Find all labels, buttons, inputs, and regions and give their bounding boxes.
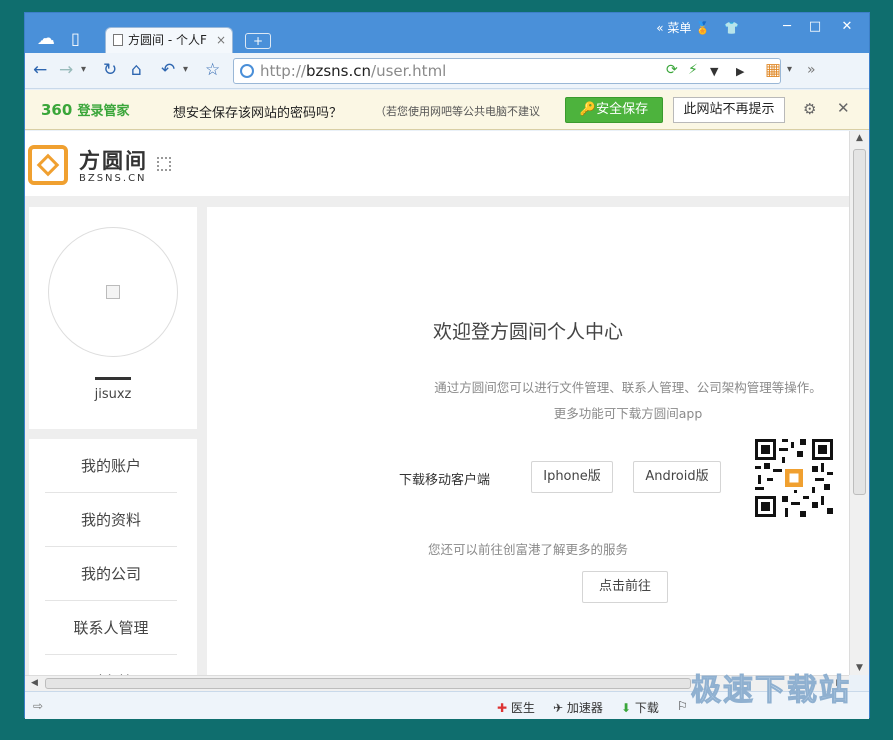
vertical-scrollbar[interactable]: ▲ ▼ [849,131,869,675]
sidebar-item-company[interactable]: 我的公司 [45,547,177,601]
page-icon [113,34,123,46]
sidebar-item-account[interactable]: 我的账户 [45,439,177,493]
browser-window: ☁ ▯ 方圆间 - 个人F × + « 菜单 🏅 👕 ─ □ ✕ ← → ▾ ↻… [24,12,870,719]
sidebar-toggle-icon[interactable]: ⇨ [33,699,43,713]
more-icon[interactable]: » [807,61,816,79]
address-bar[interactable]: http://bzsns.cn/user.html ⟳ ⚡ ▼ ▶ [233,58,781,84]
site-security-icon [240,64,254,78]
tab-title: 方圆间 - 个人F [128,33,207,47]
undo-dropdown-icon[interactable]: ▾ [183,61,188,79]
page-viewport: 方圆间 BZSNS.CN jisuxz 我的账户 我的资料 我的公司 联系人管理… [25,131,849,675]
doctor-icon: ✚ [497,701,508,715]
sidebar-menu: 我的账户 我的资料 我的公司 联系人管理 财务管 [29,439,197,675]
home-icon[interactable]: ⌂ [131,61,142,79]
public-pc-note: （若您使用网吧等公共电脑不建议 [375,105,540,118]
address-dropdown-icon[interactable]: ▼ [710,65,718,78]
tab-active[interactable]: 方圆间 - 个人F × [105,27,233,53]
vertical-scroll-thumb[interactable] [853,149,866,495]
forward-icon[interactable]: → [59,61,73,79]
more-services-text: 您还可以前往创富港了解更多的服务 [427,542,628,557]
welcome-title: 欢迎登方圆间个人中心 [432,321,623,343]
username-divider [95,377,131,380]
site-logo-icon[interactable] [28,145,68,185]
app-qr-code [755,439,833,517]
safe-check-icon[interactable]: ⟳ [666,62,678,78]
speed-mode-icon[interactable]: ⚡ [688,62,698,78]
download-icon: ⬇ [621,701,632,715]
broken-image-icon [106,285,120,299]
minimize-button[interactable]: ─ [773,17,801,37]
scroll-left-icon[interactable]: ◀ [31,678,38,688]
site-logo-title[interactable]: 方圆间 [79,145,148,175]
qr-code-icon[interactable] [157,157,171,171]
go-icon[interactable]: ▶ [736,65,744,78]
accelerator-item[interactable]: ✈ 加速器 [553,699,603,716]
close-bar-icon[interactable]: ✕ [837,99,850,117]
android-download-button[interactable]: Android版 [633,461,721,493]
undo-close-icon[interactable]: ↶ [161,61,175,79]
never-prompt-button[interactable]: 此网站不再提示 [673,97,785,123]
menu-label[interactable]: 菜单 [667,21,691,35]
description-line-2: 更多功能可下载方圆间app [553,406,703,421]
tab-close-button[interactable]: × [216,28,226,52]
address-url[interactable]: http://bzsns.cn/user.html [260,62,446,80]
scroll-up-icon[interactable]: ▲ [856,133,863,143]
horizontal-scroll-thumb[interactable] [45,678,691,689]
site-header: 方圆间 BZSNS.CN [25,131,849,196]
medal-icon[interactable]: 🏅 [695,21,710,35]
description-line-1: 通过方圆间您可以进行文件管理、联系人管理、公司架构管理等操作。 [434,380,822,395]
rocket-icon: ✈ [553,701,564,715]
flag-icon[interactable]: ⚐ [677,699,688,713]
skin-icon[interactable]: 👕 [724,21,739,35]
apps-icon[interactable]: ▦ [765,61,781,79]
download-item[interactable]: ⬇ 下载 [621,699,659,716]
site-logo-subtitle: BZSNS.CN [79,173,147,184]
collapse-icon[interactable]: « [656,21,663,35]
nav-bar: ← → ▾ ↻ ⌂ ↶ ▾ ☆ http://bzsns.cn/user.htm… [25,53,869,89]
save-password-question: 想安全保存该网站的密码吗？ [173,106,343,121]
status-bar: ⇨ ✚ 医生 ✈ 加速器 ⬇ 下载 ⚐ 极速下载站 [25,673,869,719]
doctor-item[interactable]: ✚ 医生 [497,699,535,716]
phone-icon[interactable]: ▯ [71,31,80,47]
go-now-button[interactable]: 点击前往 [582,571,668,603]
sidebar-item-finance[interactable]: 财务管 [45,655,177,675]
favorite-star-icon[interactable]: ☆ [205,61,220,79]
profile-card: jisuxz [29,207,197,429]
apps-dropdown-icon[interactable]: ▾ [787,61,792,79]
sidebar-item-contacts[interactable]: 联系人管理 [45,601,177,655]
back-icon[interactable]: ← [33,61,47,79]
close-window-button[interactable]: ✕ [833,17,861,37]
sidebar-item-profile[interactable]: 我的资料 [45,493,177,547]
cloud-icon[interactable]: ☁ [37,30,55,48]
refresh-icon[interactable]: ↻ [103,61,117,79]
download-client-label: 下载移动客户端 [399,473,491,488]
main-panel: 欢迎登方圆间个人中心 通过方圆间您可以进行文件管理、联系人管理、公司架构管理等操… [207,207,849,675]
scroll-down-icon[interactable]: ▼ [856,663,863,673]
password-manager-logo: 360 登录管家 [41,101,130,119]
title-bar: ☁ ▯ 方圆间 - 个人F × + « 菜单 🏅 👕 ─ □ ✕ [25,13,869,53]
password-manager-bar: 360 登录管家 想安全保存该网站的密码吗？ （若您使用网吧等公共电脑不建议 🔑… [25,90,869,130]
safe-save-button[interactable]: 🔑安全保存 [565,97,663,123]
username: jisuxz [94,387,132,402]
iphone-download-button[interactable]: Iphone版 [531,461,613,493]
watermark-text: 极速下载站 [691,673,851,709]
history-dropdown-icon[interactable]: ▾ [81,61,86,79]
new-tab-button[interactable]: + [245,33,271,49]
gear-icon[interactable]: ⚙ [803,100,816,118]
avatar[interactable] [48,227,178,357]
menu-area[interactable]: « 菜单 🏅 👕 [656,19,739,36]
maximize-button[interactable]: □ [801,17,829,37]
